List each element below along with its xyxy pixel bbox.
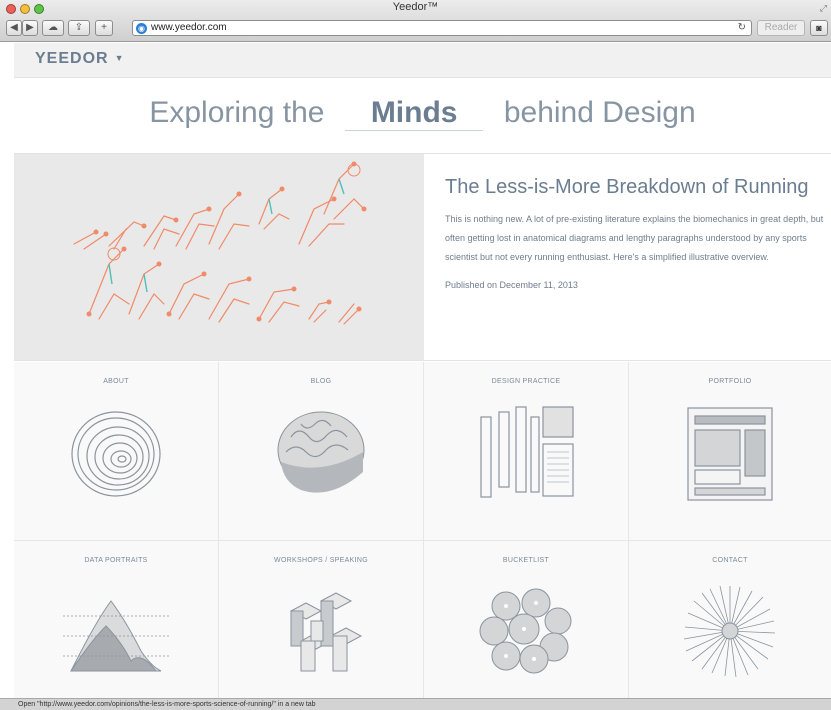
article-title[interactable]: The Less-is-More Breakdown of Running xyxy=(445,176,825,199)
chevron-down-icon[interactable]: ▼ xyxy=(115,53,125,63)
article-date: Published on December 11, 2013 xyxy=(445,280,578,290)
tile-design-practice[interactable]: DESIGN PRACTICE xyxy=(424,362,629,540)
tile-bucketlist[interactable]: BUCKETLIST xyxy=(424,541,629,698)
globe-icon: ◉ xyxy=(136,23,147,34)
cubes-structure-icon xyxy=(289,592,363,672)
hero-heading: Exploring the Minds behind Design xyxy=(14,78,831,154)
tile-portfolio-label: PORTFOLIO xyxy=(708,378,752,385)
tile-contact-label: CONTACT xyxy=(712,557,748,564)
address-bar[interactable]: ◉ www.yeedor.com ↻ xyxy=(132,20,752,36)
grid-row-1: ABOUT BLOG DESIGN PRACTICE PORTFOLIO xyxy=(14,362,831,541)
tile-about[interactable]: ABOUT xyxy=(14,362,219,540)
featured-article[interactable]: The Less-is-More Breakdown of Running Th… xyxy=(14,154,831,361)
area-curves-icon xyxy=(63,600,169,672)
tile-portfolio[interactable]: PORTFOLIO xyxy=(629,362,831,540)
icloud-tabs-button[interactable]: ☁ xyxy=(42,20,64,36)
web-page: YEEDOR ▼ Exploring the Minds behind Desig… xyxy=(14,43,831,698)
hero-prefix: Exploring the xyxy=(149,96,325,129)
fingerprint-icon xyxy=(71,411,161,497)
section-grid: ABOUT BLOG DESIGN PRACTICE PORTFOLIO DAT… xyxy=(14,362,831,698)
tile-blog-label: BLOG xyxy=(310,378,332,385)
reader-button[interactable]: Reader xyxy=(757,20,805,36)
burst-flower-icon xyxy=(683,585,776,678)
ghostery-extension-icon[interactable]: ◙ xyxy=(810,20,828,36)
tile-contact[interactable]: CONTACT xyxy=(629,541,831,698)
address-text: www.yeedor.com xyxy=(151,22,227,33)
share-button[interactable]: ⇪ xyxy=(68,20,90,36)
tile-data-portraits-label: DATA PORTRAITS xyxy=(84,557,148,564)
add-bookmark-button[interactable]: + xyxy=(95,20,113,36)
hero-highlight: Minds xyxy=(344,96,484,131)
tile-about-label: ABOUT xyxy=(103,378,129,385)
tile-workshops-label: WORKSHOPS / SPEAKING xyxy=(274,557,368,564)
drafting-tools-icon xyxy=(480,406,574,498)
grid-row-2: DATA PORTRAITS WORKSHOPS / SPEAKING BUCK… xyxy=(14,541,831,698)
window-titlebar: Yeedor™ ⤢ ◀ ▶ ☁ ⇪ + ◉ www.yeedor.com ↻ R… xyxy=(0,0,831,42)
tile-blog[interactable]: BLOG xyxy=(219,362,424,540)
circles-cluster-icon xyxy=(479,588,572,674)
featured-article-text: The Less-is-More Breakdown of Running Th… xyxy=(445,176,825,290)
tile-bucketlist-label: BUCKETLIST xyxy=(502,557,550,564)
tile-data-portraits[interactable]: DATA PORTRAITS xyxy=(14,541,219,698)
running-illustration[interactable] xyxy=(14,154,424,360)
tile-design-practice-label: DESIGN PRACTICE xyxy=(491,378,561,385)
status-bar: Open "http://www.yeedor.com/opinions/the… xyxy=(0,698,831,710)
site-nav: YEEDOR ▼ xyxy=(14,43,831,78)
article-excerpt: This is nothing new. A lot of pre-existi… xyxy=(445,214,824,262)
window-title: Yeedor™ xyxy=(392,1,439,13)
hero-suffix: behind Design xyxy=(503,96,696,129)
layout-wireframe-icon xyxy=(687,407,773,501)
reload-icon[interactable]: ↻ xyxy=(738,21,746,35)
fullscreen-icon[interactable]: ⤢ xyxy=(820,3,827,14)
back-button[interactable]: ◀ xyxy=(6,20,22,36)
forward-button[interactable]: ▶ xyxy=(22,20,38,36)
tile-workshops-speaking[interactable]: WORKSHOPS / SPEAKING xyxy=(219,541,424,698)
brain-icon xyxy=(277,411,365,493)
site-logo[interactable]: YEEDOR xyxy=(35,50,109,67)
